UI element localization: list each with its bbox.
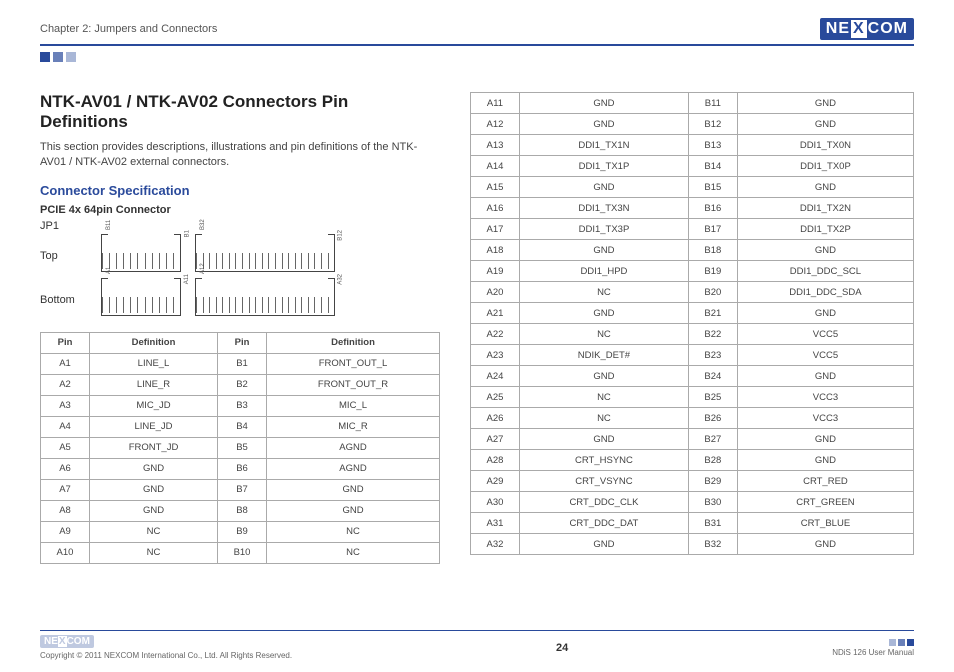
table-row: A3MIC_JD B3MIC_L [41,395,440,416]
manual-name: NDiS 126 User Manual [832,648,914,657]
table-row: A29CRT_VSYNC B29CRT_RED [471,471,914,492]
table-row: A26NC B26VCC3 [471,408,914,429]
table-row: A12GND B12GND [471,114,914,135]
table-row: A17DDI1_TX3P B17DDI1_TX2P [471,219,914,240]
table-row: A25NC B25VCC3 [471,387,914,408]
connector-diagram: Top B11 B1 B32 B12 Bottom [40,240,440,316]
connector-block-bottom-left: A1 A11 [101,284,181,316]
table-row: A1LINE_L B1FRONT_OUT_L [41,353,440,374]
table-row: A16DDI1_TX3N B16DDI1_TX2N [471,198,914,219]
table-row: A13DDI1_TX1N B13DDI1_TX0N [471,135,914,156]
table-row: A4LINE_JD B4MIC_R [41,416,440,437]
table-row: A31CRT_DDC_DAT B31CRT_BLUE [471,513,914,534]
table-row: A18GND B18GND [471,240,914,261]
connector-block-top-right: B32 B12 [195,240,335,272]
table-row: A2LINE_R B2FRONT_OUT_R [41,374,440,395]
th-pin: Pin [218,332,267,353]
right-column: A11GND B11GND A12GND B12GND A13DDI1_TX1N… [470,92,914,564]
decor-squares [40,52,914,62]
connector-id: JP1 [40,220,440,232]
header-bar: Chapter 2: Jumpers and Connectors NEXCOM [40,0,914,46]
table-row: A10NC B10NC [41,542,440,563]
table-row: A6GND B6AGND [41,458,440,479]
page-number: 24 [556,642,568,654]
table-row: A32GND B32GND [471,534,914,555]
table-row: A15GND B15GND [471,177,914,198]
connector-block-top-left: B11 B1 [101,240,181,272]
table-row: A11GND B11GND [471,93,914,114]
table-row: A7GND B7GND [41,479,440,500]
table-row: A30CRT_DDC_CLK B30CRT_GREEN [471,492,914,513]
table-row: A24GND B24GND [471,366,914,387]
sub-heading: PCIE 4x 64pin Connector [40,204,440,216]
copyright-text: Copyright © 2011 NEXCOM International Co… [40,651,292,660]
connector-top-row: Top B11 B1 B32 B12 [40,240,440,272]
pin-table-right: A11GND B11GND A12GND B12GND A13DDI1_TX1N… [470,92,914,555]
footer-left: NEXCOM Copyright © 2011 NEXCOM Internati… [40,635,292,660]
table-row: A8GND B8GND [41,500,440,521]
th-def: Definition [267,332,440,353]
table-row: A23NDIK_DET# B23VCC5 [471,345,914,366]
table-row: A22NC B22VCC5 [471,324,914,345]
footer: NEXCOM Copyright © 2011 NEXCOM Internati… [40,630,914,660]
connector-block-bottom-right: A12 A32 [195,284,335,316]
top-label: Top [40,250,85,262]
table-row: A27GND B27GND [471,429,914,450]
bottom-label: Bottom [40,294,85,306]
connector-bottom-row: Bottom A1 A11 A12 A32 [40,284,440,316]
chapter-label: Chapter 2: Jumpers and Connectors [40,23,217,35]
pin-table-left: Pin Definition Pin Definition A1LINE_L B… [40,332,440,564]
footer-squares [832,639,914,646]
footer-right: NDiS 126 User Manual [832,639,914,657]
section-heading: Connector Specification [40,183,440,198]
table-row: A9NC B9NC [41,521,440,542]
table-row: A21GND B21GND [471,303,914,324]
table-row: A20NC B20DDI1_DDC_SDA [471,282,914,303]
main-content: NTK-AV01 / NTK-AV02 Connectors Pin Defin… [40,92,914,564]
footer-logo: NEXCOM [40,635,94,648]
th-pin: Pin [41,332,90,353]
table-row: A19DDI1_HPD B19DDI1_DDC_SCL [471,261,914,282]
table-row: A14DDI1_TX1P B14DDI1_TX0P [471,156,914,177]
th-def: Definition [90,332,218,353]
table-row: A28CRT_HSYNC B28GND [471,450,914,471]
page-title: NTK-AV01 / NTK-AV02 Connectors Pin Defin… [40,92,440,132]
intro-text: This section provides descriptions, illu… [40,140,440,171]
left-column: NTK-AV01 / NTK-AV02 Connectors Pin Defin… [40,92,440,564]
table-row: A5FRONT_JD B5AGND [41,437,440,458]
brand-logo: NEXCOM [820,18,914,40]
